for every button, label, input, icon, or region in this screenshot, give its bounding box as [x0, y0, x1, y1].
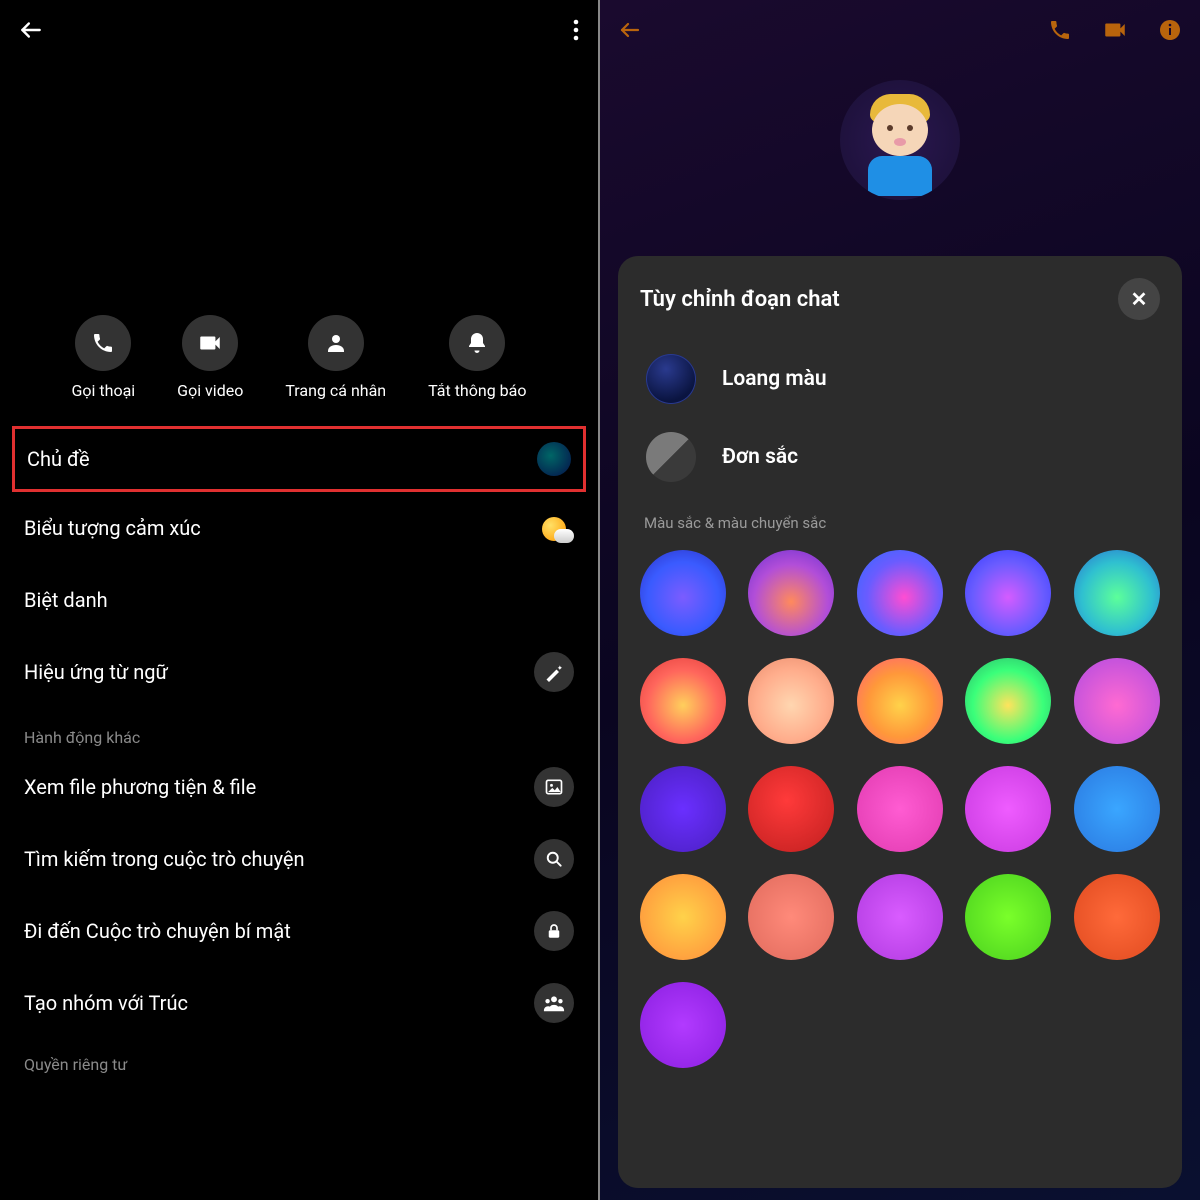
color-grid — [640, 544, 1160, 1074]
more-icon[interactable] — [572, 18, 580, 42]
back-arrow-icon[interactable] — [618, 18, 642, 42]
color-swatch-11[interactable] — [748, 766, 834, 852]
section-other-label: Hành động khác — [0, 728, 598, 747]
avatar — [840, 80, 960, 200]
menu-item-group[interactable]: Tạo nhóm với Trúc — [24, 967, 574, 1039]
menu-item-secret[interactable]: Đi đến Cuộc trò chuyện bí mật — [24, 895, 574, 967]
color-swatch-10[interactable] — [640, 766, 726, 852]
gradient-swatch-icon — [646, 354, 696, 404]
color-swatch-9[interactable] — [1074, 658, 1160, 744]
back-arrow-icon[interactable] — [18, 17, 44, 43]
menu: Chủ đề Biểu tượng cảm xúc Biệt danh Hiệu… — [0, 426, 598, 708]
color-swatch-3[interactable] — [965, 550, 1051, 636]
color-swatch-4[interactable] — [1074, 550, 1160, 636]
color-swatch-1[interactable] — [748, 550, 834, 636]
action-row: Gọi thoại Gọi video Trang cá nhân Tắt th… — [0, 315, 598, 400]
action-call[interactable]: Gọi thoại — [72, 315, 136, 400]
top-right-icons — [1048, 17, 1182, 43]
grid-label: Màu sắc & màu chuyển sắc — [644, 514, 1156, 532]
menu-nickname-label: Biệt danh — [24, 588, 108, 612]
menu-item-emoji[interactable]: Biểu tượng cảm xúc — [24, 492, 574, 564]
phone-icon[interactable] — [1048, 18, 1072, 42]
sheet-title: Tùy chỉnh đoạn chat — [640, 287, 840, 312]
action-profile[interactable]: Trang cá nhân — [285, 315, 386, 400]
color-swatch-18[interactable] — [965, 874, 1051, 960]
bell-icon — [449, 315, 505, 371]
menu-item-theme[interactable]: Chủ đề — [12, 426, 586, 492]
section-privacy-label: Quyền riêng tư — [0, 1055, 598, 1074]
theme-thumb-icon — [537, 442, 571, 476]
color-swatch-19[interactable] — [1074, 874, 1160, 960]
action-profile-label: Trang cá nhân — [285, 381, 386, 400]
menu-search-label: Tìm kiếm trong cuộc trò chuyện — [24, 847, 305, 871]
option-gradient[interactable]: Loang màu — [640, 340, 1160, 418]
menu-item-nickname[interactable]: Biệt danh — [24, 564, 574, 636]
menu-other: Xem file phương tiện & file Tìm kiếm tro… — [0, 751, 598, 1039]
search-icon — [534, 839, 574, 879]
group-icon — [534, 983, 574, 1023]
option-gradient-label: Loang màu — [722, 367, 827, 391]
sheet-header: Tùy chỉnh đoạn chat ✕ — [640, 278, 1160, 320]
phone-icon — [75, 315, 131, 371]
top-bar-right — [600, 0, 1200, 60]
action-mute-label: Tắt thông báo — [428, 381, 526, 400]
color-swatch-13[interactable] — [965, 766, 1051, 852]
info-icon[interactable] — [1158, 18, 1182, 42]
color-swatch-5[interactable] — [640, 658, 726, 744]
settings-screen: Gọi thoại Gọi video Trang cá nhân Tắt th… — [0, 0, 600, 1200]
menu-emoji-label: Biểu tượng cảm xúc — [24, 516, 201, 540]
action-video[interactable]: Gọi video — [177, 315, 243, 400]
menu-theme-label: Chủ đề — [27, 447, 90, 471]
color-swatch-0[interactable] — [640, 550, 726, 636]
lock-icon — [534, 911, 574, 951]
video-icon[interactable] — [1102, 17, 1128, 43]
video-icon — [182, 315, 238, 371]
close-icon[interactable]: ✕ — [1118, 278, 1160, 320]
action-video-label: Gọi video — [177, 381, 243, 400]
menu-word-effects-label: Hiệu ứng từ ngữ — [24, 660, 168, 684]
action-call-label: Gọi thoại — [72, 381, 136, 400]
color-swatch-16[interactable] — [748, 874, 834, 960]
menu-item-search[interactable]: Tìm kiếm trong cuộc trò chuyện — [24, 823, 574, 895]
solid-swatch-icon — [646, 432, 696, 482]
image-icon — [534, 767, 574, 807]
wand-icon — [534, 652, 574, 692]
color-swatch-14[interactable] — [1074, 766, 1160, 852]
option-solid-label: Đơn sắc — [722, 445, 798, 469]
color-swatch-17[interactable] — [857, 874, 943, 960]
customize-sheet: Tùy chỉnh đoạn chat ✕ Loang màu Đơn sắc … — [618, 256, 1182, 1188]
menu-group-label: Tạo nhóm với Trúc — [24, 991, 188, 1015]
color-swatch-2[interactable] — [857, 550, 943, 636]
color-swatch-7[interactable] — [857, 658, 943, 744]
color-swatch-20[interactable] — [640, 982, 726, 1068]
person-icon — [308, 315, 364, 371]
customize-screen: Tùy chỉnh đoạn chat ✕ Loang màu Đơn sắc … — [600, 0, 1200, 1200]
menu-item-word-effects[interactable]: Hiệu ứng từ ngữ — [24, 636, 574, 708]
color-swatch-8[interactable] — [965, 658, 1051, 744]
top-bar — [0, 0, 598, 60]
option-solid[interactable]: Đơn sắc — [640, 418, 1160, 496]
menu-media-label: Xem file phương tiện & file — [24, 775, 256, 799]
action-mute[interactable]: Tắt thông báo — [428, 315, 526, 400]
menu-item-media[interactable]: Xem file phương tiện & file — [24, 751, 574, 823]
menu-secret-label: Đi đến Cuộc trò chuyện bí mật — [24, 919, 291, 943]
sun-cloud-icon — [540, 511, 574, 545]
color-swatch-12[interactable] — [857, 766, 943, 852]
color-swatch-6[interactable] — [748, 658, 834, 744]
color-swatch-15[interactable] — [640, 874, 726, 960]
